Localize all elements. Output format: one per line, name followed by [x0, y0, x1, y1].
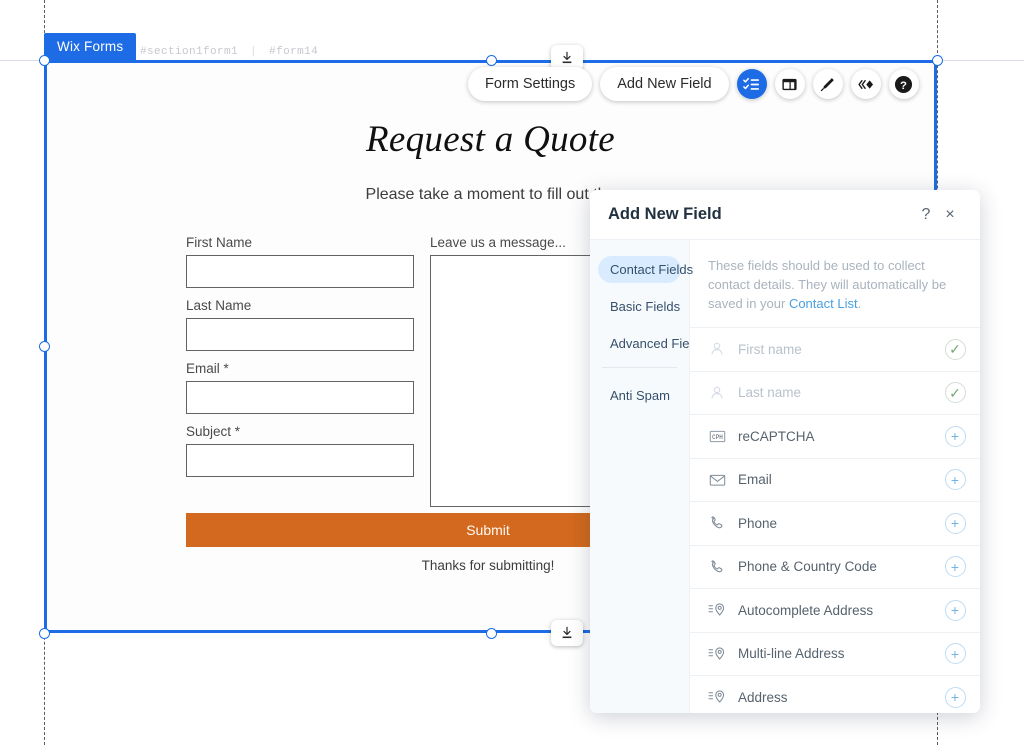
panel-main: These fields should be used to collect c…	[690, 240, 980, 713]
design-brush-icon	[819, 76, 836, 93]
component-tag[interactable]: Wix Forms	[44, 33, 136, 60]
field-type-list: First name ✓ Last name ✓	[690, 327, 980, 713]
field-option-label: Address	[732, 690, 944, 705]
location-pin-icon	[702, 602, 732, 618]
field-option-first-name[interactable]: First name ✓	[690, 327, 980, 371]
panel-description: These fields should be used to collect c…	[690, 240, 980, 327]
tab-anti-spam[interactable]: Anti Spam	[598, 382, 681, 409]
animation-button[interactable]	[851, 69, 881, 99]
envelope-icon	[702, 473, 732, 487]
panel-help-button[interactable]: ?	[914, 203, 938, 227]
resize-handle-bottom-center[interactable]	[486, 628, 497, 639]
panel-title: Add New Field	[608, 205, 914, 224]
add-field-button[interactable]: +	[944, 599, 966, 621]
tab-advanced-fields[interactable]: Advanced Fie…	[598, 330, 681, 357]
plus-icon: +	[945, 426, 966, 447]
field-option-phone-country-code[interactable]: Phone & Country Code +	[690, 545, 980, 589]
layout-button[interactable]	[775, 69, 805, 99]
panel-tab-list: Contact Fields Basic Fields Advanced Fie…	[590, 240, 690, 713]
field-added-indicator: ✓	[944, 338, 966, 360]
field-option-label: Last name	[732, 385, 944, 400]
tab-contact-fields[interactable]: Contact Fields	[598, 256, 681, 283]
svg-text:?: ?	[900, 79, 907, 91]
add-field-button[interactable]: +	[944, 643, 966, 665]
editor-canvas: Wix Forms #section1form1 | #form14 Reque…	[0, 0, 1024, 745]
component-id-separator: |	[245, 46, 262, 58]
phone-icon	[702, 559, 732, 575]
svg-text:CPH: CPH	[712, 434, 723, 441]
person-icon	[702, 341, 732, 357]
field-option-label: Phone & Country Code	[732, 559, 944, 574]
field-added-indicator: ✓	[944, 382, 966, 404]
component-id-form: #form14	[269, 46, 318, 58]
plus-icon: +	[945, 469, 966, 490]
help-button[interactable]: ?	[889, 69, 919, 99]
tab-basic-fields[interactable]: Basic Fields	[598, 293, 681, 320]
help-icon: ?	[894, 75, 913, 94]
push-down-icon	[560, 51, 574, 65]
field-option-multi-line-address[interactable]: Multi-line Address +	[690, 632, 980, 676]
panel-header: Add New Field ? ×	[590, 190, 980, 240]
resize-handle-top-left[interactable]	[39, 55, 50, 66]
tab-divider	[602, 367, 677, 368]
fields-checklist-icon	[743, 76, 760, 93]
layout-icon	[781, 76, 798, 93]
panel-close-button[interactable]: ×	[938, 203, 962, 227]
panel-body: Contact Fields Basic Fields Advanced Fie…	[590, 240, 980, 713]
plus-icon: +	[945, 600, 966, 621]
resize-handle-middle-left[interactable]	[39, 341, 50, 352]
resize-handle-top-right[interactable]	[932, 55, 943, 66]
component-toolbar: Form Settings Add New Field	[468, 67, 919, 101]
form-settings-button[interactable]: Form Settings	[468, 67, 592, 101]
form-settings-label: Form Settings	[485, 76, 575, 92]
field-option-last-name[interactable]: Last name ✓	[690, 371, 980, 415]
guide-line-top-right	[937, 60, 1024, 61]
location-pin-icon	[702, 646, 732, 662]
resize-handle-top-center[interactable]	[486, 55, 497, 66]
plus-icon: +	[945, 513, 966, 534]
add-field-button[interactable]: +	[944, 556, 966, 578]
component-tag-label: Wix Forms	[57, 39, 123, 54]
phone-icon	[702, 515, 732, 531]
resize-handle-bottom-left[interactable]	[39, 628, 50, 639]
field-option-phone[interactable]: Phone +	[690, 501, 980, 545]
add-new-field-button[interactable]: Add New Field	[600, 67, 728, 101]
field-option-label: reCAPTCHA	[732, 429, 944, 444]
guide-line-top-left	[0, 60, 44, 61]
fields-checklist-button[interactable]	[737, 69, 767, 99]
push-down-icon	[560, 626, 574, 640]
add-field-button[interactable]: +	[944, 512, 966, 534]
add-field-button[interactable]: +	[944, 425, 966, 447]
captcha-icon: CPH	[702, 429, 732, 444]
design-brush-button[interactable]	[813, 69, 843, 99]
field-option-label: First name	[732, 342, 944, 357]
check-icon: ✓	[945, 382, 966, 403]
field-option-label: Phone	[732, 516, 944, 531]
person-icon	[702, 385, 732, 401]
add-field-button[interactable]: +	[944, 686, 966, 708]
animation-icon	[857, 76, 874, 93]
field-option-email[interactable]: Email +	[690, 458, 980, 502]
contact-list-link[interactable]: Contact List	[789, 296, 858, 311]
component-id-section: #section1form1	[140, 46, 238, 58]
plus-icon: +	[945, 556, 966, 577]
plus-icon: +	[945, 687, 966, 708]
add-new-field-label: Add New Field	[617, 76, 711, 92]
push-down-handle-bottom[interactable]	[551, 620, 583, 646]
add-field-button[interactable]: +	[944, 469, 966, 491]
component-ids: #section1form1 | #form14	[140, 46, 318, 58]
field-option-autocomplete-address[interactable]: Autocomplete Address +	[690, 588, 980, 632]
field-option-recaptcha[interactable]: CPH reCAPTCHA +	[690, 414, 980, 458]
field-option-address[interactable]: Address +	[690, 675, 980, 713]
plus-icon: +	[945, 643, 966, 664]
add-new-field-panel: Add New Field ? × Contact Fields Basic F…	[590, 190, 980, 713]
field-option-label: Email	[732, 472, 944, 487]
check-icon: ✓	[945, 339, 966, 360]
panel-description-period: .	[858, 296, 862, 311]
location-pin-icon	[702, 689, 732, 705]
field-option-label: Autocomplete Address	[732, 603, 944, 618]
field-option-label: Multi-line Address	[732, 646, 944, 661]
